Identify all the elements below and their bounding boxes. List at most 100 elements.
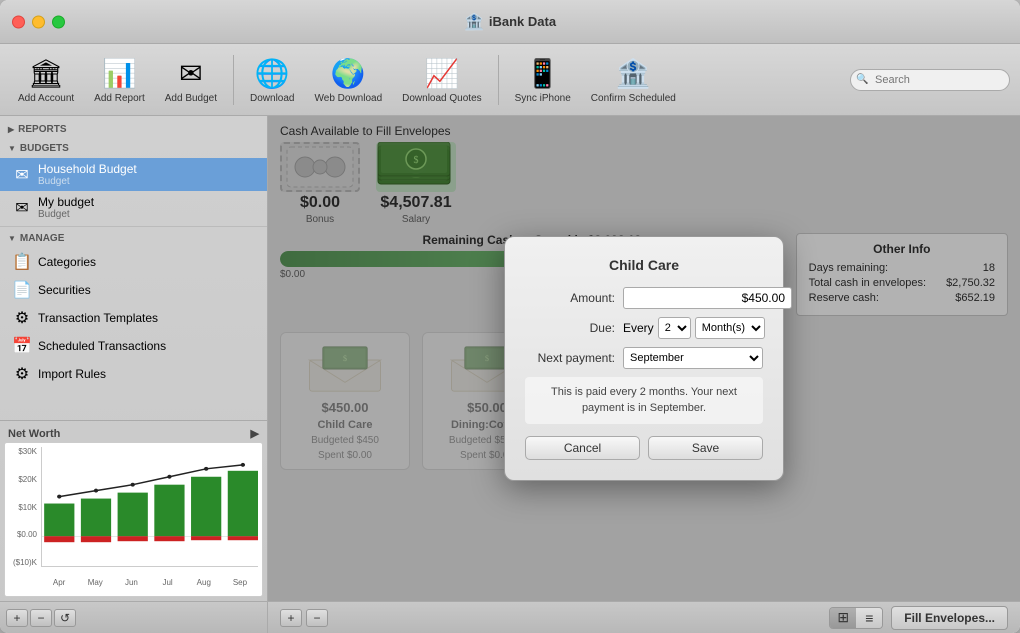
securities-icon: 📄 <box>12 280 32 300</box>
sidebar-item-transaction-templates[interactable]: ⚙ Transaction Templates <box>0 304 267 332</box>
y-label-10k: $10K <box>9 503 37 512</box>
y-label-20k: $20K <box>9 475 37 484</box>
window-title: 🏦 iBank Data <box>464 12 556 32</box>
add-budget-icon: ✉ <box>173 55 209 91</box>
sidebar-item-my-budget[interactable]: ✉ My budget Budget <box>0 191 267 224</box>
y-label-30k: $30K <box>9 447 37 456</box>
envelope-icon-2: ✉ <box>12 198 32 218</box>
modal-next-payment-row: Next payment: September October <box>525 347 763 369</box>
search-area <box>850 69 1010 91</box>
window-controls <box>12 15 65 28</box>
sidebar-item-categories[interactable]: 📋 Categories <box>0 248 267 276</box>
chart-y-labels: $30K $20K $10K $0.00 ($10)K <box>9 447 39 567</box>
search-wrapper <box>850 69 1010 91</box>
download-button[interactable]: 🌐 Download <box>242 51 302 108</box>
envelope-icon-1: ✉ <box>12 165 32 185</box>
modal-cancel-button[interactable]: Cancel <box>525 436 640 460</box>
import-rules-icon: ⚙ <box>12 364 32 384</box>
add-item-button[interactable]: + <box>6 609 28 627</box>
x-label-jul: Jul <box>150 578 186 587</box>
modal-next-payment-select[interactable]: September October <box>623 347 763 369</box>
toolbar: 🏛 Add Account 📊 Add Report ✉ Add Budget … <box>0 44 1020 116</box>
scheduled-icon: 📅 <box>12 336 32 356</box>
add-account-label: Add Account <box>18 93 74 104</box>
remove-envelope-button[interactable]: − <box>306 609 328 627</box>
add-report-label: Add Report <box>94 93 145 104</box>
add-envelope-button[interactable]: + <box>280 609 302 627</box>
x-label-aug: Aug <box>186 578 222 587</box>
net-worth-header[interactable]: Net Worth ▶ <box>4 425 263 442</box>
chart-container: $30K $20K $10K $0.00 ($10)K <box>9 447 258 587</box>
fill-envelopes-button[interactable]: Fill Envelopes... <box>891 606 1008 630</box>
chart-area: $30K $20K $10K $0.00 ($10)K <box>4 442 263 597</box>
chart-svg <box>41 447 258 567</box>
download-quotes-label: Download Quotes <box>402 93 482 104</box>
modal-due-unit-select[interactable]: Month(s) Week(s) Day(s) <box>695 317 765 339</box>
title-icon: 🏦 <box>464 12 484 32</box>
chart-x-labels: Apr May Jun Jul Aug Sep <box>41 578 258 587</box>
web-download-button[interactable]: 🌍 Web Download <box>307 51 391 108</box>
x-label-apr: Apr <box>41 578 77 587</box>
modal-due-label: Due: <box>525 321 615 335</box>
modal-title: Child Care <box>525 257 763 273</box>
sidebar: ▶ REPORTS ▼ BUDGETS ✉ Household Budget B… <box>0 116 268 633</box>
net-worth-expand-icon: ▶ <box>251 427 259 440</box>
manage-section-header[interactable]: ▼ MANAGE <box>0 229 267 248</box>
sidebar-bottom-controls: + − ↺ <box>0 601 267 633</box>
modal-overlay: Child Care Amount: Due: Every 2 <box>268 116 1020 601</box>
confirm-scheduled-button[interactable]: 🏦 Confirm Scheduled <box>583 51 684 108</box>
minimize-button[interactable] <box>32 15 45 28</box>
web-download-label: Web Download <box>315 93 383 104</box>
x-label-jun: Jun <box>113 578 149 587</box>
sidebar-item-text-2: My budget Budget <box>38 195 94 220</box>
sync-iphone-icon: 📱 <box>525 55 561 91</box>
sidebar-item-securities[interactable]: 📄 Securities <box>0 276 267 304</box>
add-report-button[interactable]: 📊 Add Report <box>86 51 153 108</box>
y-label-0: $0.00 <box>9 530 37 539</box>
y-label-neg10k: ($10)K <box>9 558 37 567</box>
sidebar-item-household-budget[interactable]: ✉ Household Budget Budget <box>0 158 267 191</box>
modal-next-label: Next payment: <box>525 351 615 365</box>
modal-due-number-select[interactable]: 2 1 3 <box>658 317 691 339</box>
main-area: ▶ REPORTS ▼ BUDGETS ✉ Household Budget B… <box>0 116 1020 633</box>
maximize-button[interactable] <box>52 15 65 28</box>
modal-amount-label: Amount: <box>525 291 615 305</box>
x-label-may: May <box>77 578 113 587</box>
budgets-section-header[interactable]: ▼ BUDGETS <box>0 139 267 158</box>
app-window: 🏦 iBank Data 🏛 Add Account 📊 Add Report … <box>0 0 1020 633</box>
add-account-icon: 🏛 <box>28 55 64 91</box>
remove-item-button[interactable]: − <box>30 609 52 627</box>
add-account-button[interactable]: 🏛 Add Account <box>10 51 82 108</box>
separator-2 <box>498 55 499 105</box>
view-toggle: ⊞ ≡ <box>829 607 883 629</box>
sidebar-item-import-rules[interactable]: ⚙ Import Rules <box>0 360 267 388</box>
reports-arrow-icon: ▶ <box>8 125 14 134</box>
download-quotes-button[interactable]: 📈 Download Quotes <box>394 51 490 108</box>
download-label: Download <box>250 93 294 104</box>
list-view-button[interactable]: ≡ <box>856 608 882 628</box>
confirm-scheduled-icon: 🏦 <box>615 55 651 91</box>
modal-amount-input[interactable] <box>623 287 792 309</box>
refresh-button[interactable]: ↺ <box>54 609 76 627</box>
modal-save-button[interactable]: Save <box>648 436 763 460</box>
search-input[interactable] <box>850 69 1010 91</box>
modal-due-prefix: Every <box>623 321 654 335</box>
sync-iphone-button[interactable]: 📱 Sync iPhone <box>507 51 579 108</box>
categories-icon: 📋 <box>12 252 32 272</box>
close-button[interactable] <box>12 15 25 28</box>
sidebar-item-scheduled-transactions[interactable]: 📅 Scheduled Transactions <box>0 332 267 360</box>
bottom-bar: + − ⊞ ≡ Fill Envelopes... <box>268 601 1020 633</box>
sidebar-divider-1 <box>0 226 267 227</box>
reports-section-header[interactable]: ▶ REPORTS <box>0 120 267 139</box>
add-budget-button[interactable]: ✉ Add Budget <box>157 51 225 108</box>
modal-info-text: This is paid every 2 months. Your next p… <box>525 377 763 424</box>
titlebar: 🏦 iBank Data <box>0 0 1020 44</box>
modal-due-controls: Every 2 1 3 Month(s) Week(s) Day(s) <box>623 317 765 339</box>
modal-amount-row: Amount: <box>525 287 763 309</box>
separator-1 <box>233 55 234 105</box>
grid-view-button[interactable]: ⊞ <box>830 608 856 628</box>
sidebar-content: ▶ REPORTS ▼ BUDGETS ✉ Household Budget B… <box>0 116 267 420</box>
x-label-sep: Sep <box>222 578 258 587</box>
manage-arrow-icon: ▼ <box>8 234 16 243</box>
modal-buttons: Cancel Save <box>525 436 763 460</box>
